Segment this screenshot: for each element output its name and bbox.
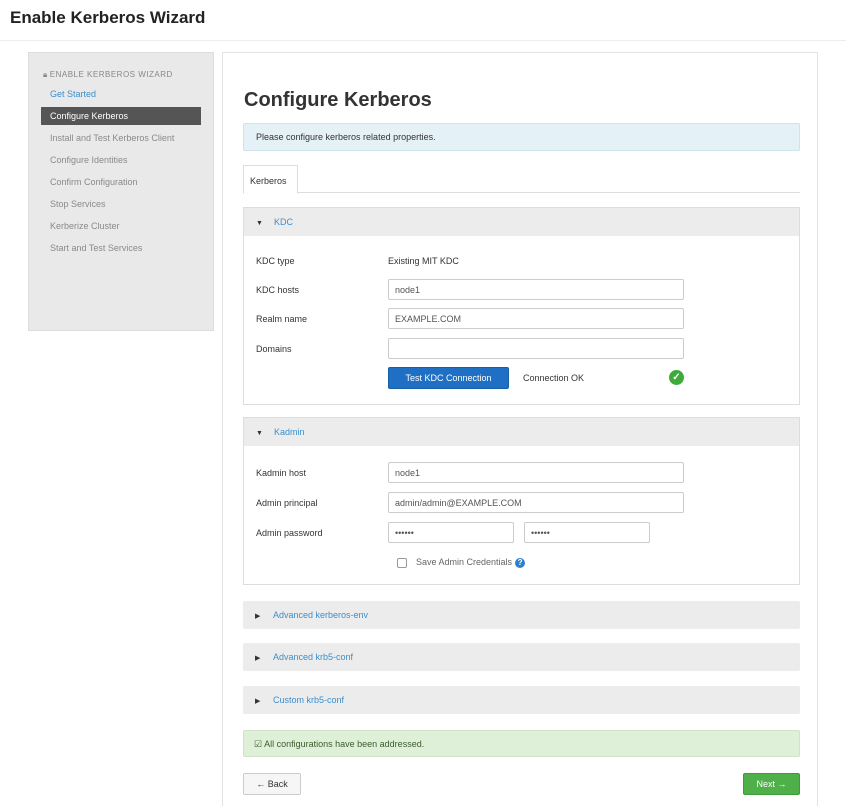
kadmin-panel: ▼ Kadmin Kadmin host Admin principal Admi… — [243, 417, 800, 585]
kdc-panel-header[interactable]: ▼ KDC — [244, 208, 799, 236]
sidebar-item-configure-kerberos[interactable]: Configure Kerberos — [41, 107, 201, 125]
caret-right-icon: ▶ — [255, 613, 261, 620]
title-divider — [0, 40, 846, 41]
page-title: Enable Kerberos Wizard — [10, 8, 206, 27]
next-button[interactable]: Next → — [743, 773, 800, 795]
kadmin-panel-header[interactable]: ▼ Kadmin — [244, 418, 799, 446]
kadmin-heading: Kadmin — [274, 427, 305, 437]
admin-password-input[interactable] — [388, 522, 514, 543]
sidebar-item-install-test-client: Install and Test Kerberos Client — [50, 133, 175, 143]
tab-bar: Kerberos — [243, 165, 800, 194]
check-circle-icon: ✓ — [669, 370, 684, 385]
kdc-heading: KDC — [274, 217, 294, 227]
admin-password-confirm-input[interactable] — [524, 522, 650, 543]
kadmin-host-input[interactable] — [388, 462, 684, 483]
info-alert: Please configure kerberos related proper… — [243, 123, 800, 151]
caret-right-icon: ▶ — [255, 698, 261, 705]
realm-name-label: Realm name — [256, 314, 308, 324]
advanced-krb5-conf-label: Advanced krb5-conf — [273, 652, 354, 662]
kadmin-host-label: Kadmin host — [256, 468, 307, 478]
wizard-sidebar: 🔒︎ ENABLE KERBEROS WIZARD Get Started Con… — [28, 52, 214, 331]
kdc-type-label: KDC type — [256, 256, 295, 266]
admin-principal-label: Admin principal — [256, 498, 318, 508]
advanced-krb5-conf-section[interactable]: ▶ Advanced krb5-conf — [243, 643, 800, 671]
save-admin-credentials: Save Admin Credentials? — [416, 557, 526, 568]
advanced-kerberos-env-label: Advanced kerberos-env — [273, 610, 369, 620]
kdc-panel: ▼ KDC KDC type Existing MIT KDC KDC hosts… — [243, 207, 800, 405]
save-admin-credentials-checkbox[interactable] — [397, 558, 407, 568]
caret-right-icon: ▶ — [255, 655, 261, 662]
lock-icon: 🔒︎ — [43, 70, 48, 79]
advanced-kerberos-env-section[interactable]: ▶ Advanced kerberos-env — [243, 601, 800, 629]
save-admin-credentials-label: Save Admin Credentials — [416, 557, 513, 567]
caret-down-icon: ▼ — [256, 220, 263, 227]
custom-krb5-conf-section[interactable]: ▶ Custom krb5-conf — [243, 686, 800, 714]
kdc-hosts-label: KDC hosts — [256, 285, 300, 295]
main-panel: Configure Kerberos Please configure kerb… — [222, 52, 818, 806]
admin-principal-input[interactable] — [388, 492, 684, 513]
sidebar-item-kerberize-cluster: Kerberize Cluster — [50, 221, 120, 231]
tab-kerberos[interactable]: Kerberos — [243, 165, 298, 194]
test-kdc-connection-button[interactable]: Test KDC Connection — [388, 367, 509, 389]
sidebar-header-label: ENABLE KERBEROS WIZARD — [49, 70, 173, 79]
sidebar-item-confirm-configuration: Confirm Configuration — [50, 177, 138, 187]
sidebar-item-stop-services: Stop Services — [50, 199, 106, 209]
domains-label: Domains — [256, 344, 292, 354]
kdc-hosts-input[interactable] — [388, 279, 684, 300]
realm-name-input[interactable] — [388, 308, 684, 329]
success-message: All configurations have been addressed. — [264, 739, 425, 749]
checkbox-checked-icon: ☑ — [254, 739, 263, 749]
back-button[interactable]: ← Back — [243, 773, 301, 795]
custom-krb5-conf-label: Custom krb5-conf — [273, 695, 345, 705]
sidebar-header: 🔒︎ ENABLE KERBEROS WIZARD — [43, 69, 199, 81]
sidebar-item-get-started[interactable]: Get Started — [41, 85, 201, 103]
kdc-type-value: Existing MIT KDC — [388, 256, 459, 266]
caret-down-icon: ▼ — [256, 430, 263, 437]
domains-input[interactable] — [388, 338, 684, 359]
connection-status: Connection OK — [523, 373, 585, 383]
step-title: Configure Kerberos — [244, 89, 432, 111]
admin-password-label: Admin password — [256, 528, 323, 538]
sidebar-item-start-test-services: Start and Test Services — [50, 243, 143, 253]
success-alert: ☑ All configurations have been addressed… — [243, 730, 800, 757]
help-icon[interactable]: ? — [515, 557, 526, 568]
sidebar-item-configure-identities: Configure Identities — [50, 155, 128, 165]
